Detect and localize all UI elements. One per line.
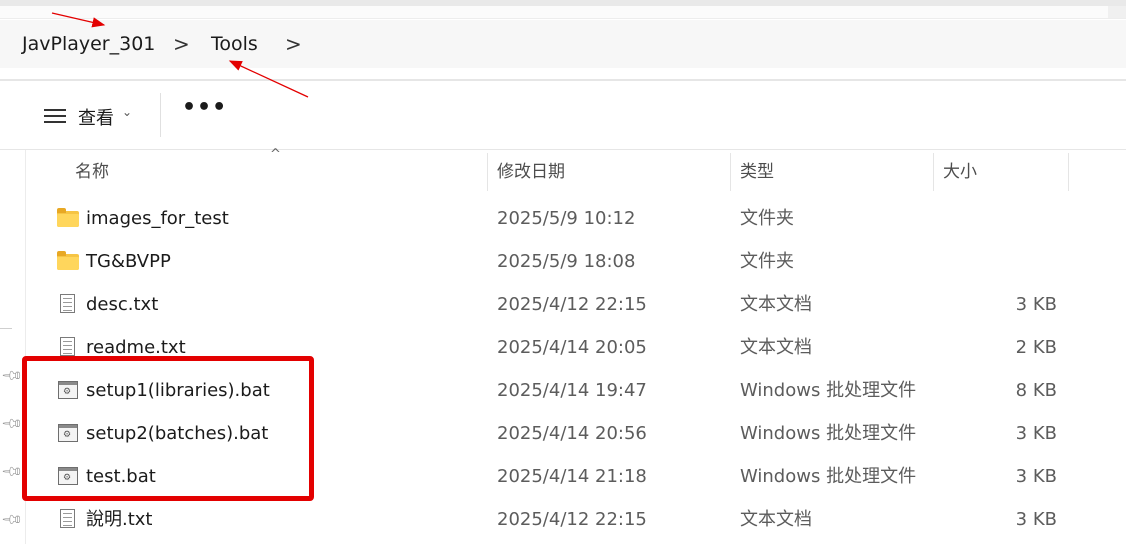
- annotation-arrow: [51, 12, 106, 28]
- annotation-arrows: [51, 12, 309, 98]
- annotation-arrow: [228, 60, 309, 98]
